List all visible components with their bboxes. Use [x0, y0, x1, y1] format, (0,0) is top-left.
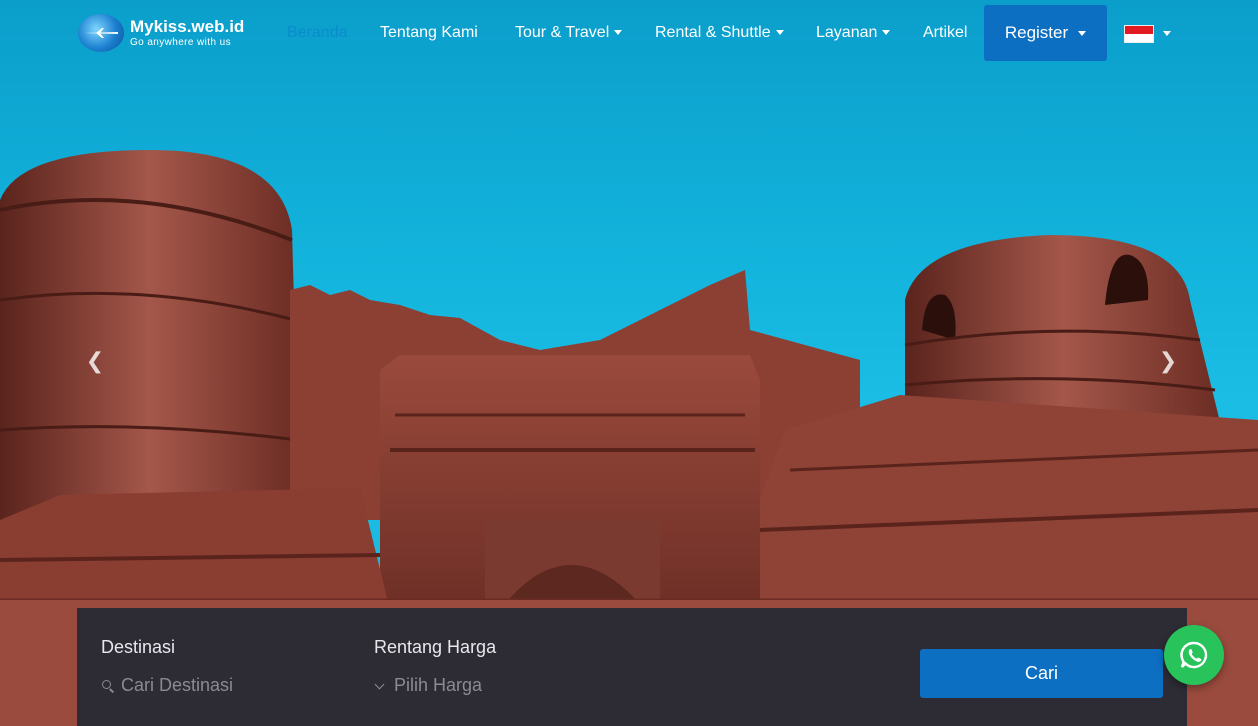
language-chevron-down-icon[interactable]: [1163, 31, 1171, 36]
nav-item-layanan-label: Layanan: [816, 24, 878, 41]
chevron-down-icon: [775, 30, 784, 36]
search-panel: Destinasi Cari Destinasi Rentang Harga P…: [77, 608, 1187, 726]
chevron-down-icon: [614, 30, 623, 36]
price-placeholder: Pilih Harga: [394, 675, 483, 695]
destination-placeholder: Cari Destinasi: [121, 675, 234, 695]
chevron-down-icon: [1078, 30, 1087, 36]
nav-item-tour-travel-label: Tour & Travel: [515, 24, 610, 41]
chevron-down-icon: [374, 679, 388, 693]
brand-tagline: Go anywhere with us: [130, 36, 231, 48]
search-icon: [101, 679, 115, 693]
whatsapp-button[interactable]: [1164, 625, 1224, 685]
nav-item-rental-shuttle[interactable]: Rental & Shuttle: [655, 24, 784, 42]
brand-text: Mykiss.web.id Go anywhere with us: [130, 17, 245, 48]
brand-logo-icon: [78, 14, 124, 52]
nav-item-layanan[interactable]: Layanan: [816, 24, 891, 42]
register-button[interactable]: Register: [984, 5, 1107, 61]
nav-item-tour-travel[interactable]: Tour & Travel: [515, 24, 623, 42]
register-label: Register: [1004, 23, 1069, 42]
carousel-next-icon[interactable]: ❯: [1158, 350, 1178, 374]
chevron-down-icon: [882, 30, 891, 36]
nav-item-artikel[interactable]: Artikel: [923, 24, 967, 42]
top-navbar: Mykiss.web.id Go anywhere with us Berand…: [0, 0, 1258, 66]
price-range-label: Rentang Harga: [374, 637, 497, 657]
price-range-select[interactable]: Pilih Harga: [374, 675, 482, 696]
brand[interactable]: Mykiss.web.id Go anywhere with us: [78, 14, 244, 52]
nav-item-beranda[interactable]: Beranda: [287, 24, 348, 42]
brand-name: Mykiss.web.id: [130, 17, 245, 37]
nav-item-rental-shuttle-label: Rental & Shuttle: [655, 24, 771, 41]
language-flag-icon[interactable]: [1124, 25, 1154, 43]
search-submit-button[interactable]: Cari: [920, 649, 1163, 698]
destination-search-input[interactable]: Cari Destinasi: [101, 675, 233, 696]
nav-item-tentang-kami[interactable]: Tentang Kami: [380, 24, 478, 42]
whatsapp-icon: [1180, 641, 1208, 669]
destination-label: Destinasi: [101, 637, 176, 657]
airplane-icon: [84, 28, 118, 38]
carousel-prev-icon[interactable]: ❮: [85, 350, 105, 374]
